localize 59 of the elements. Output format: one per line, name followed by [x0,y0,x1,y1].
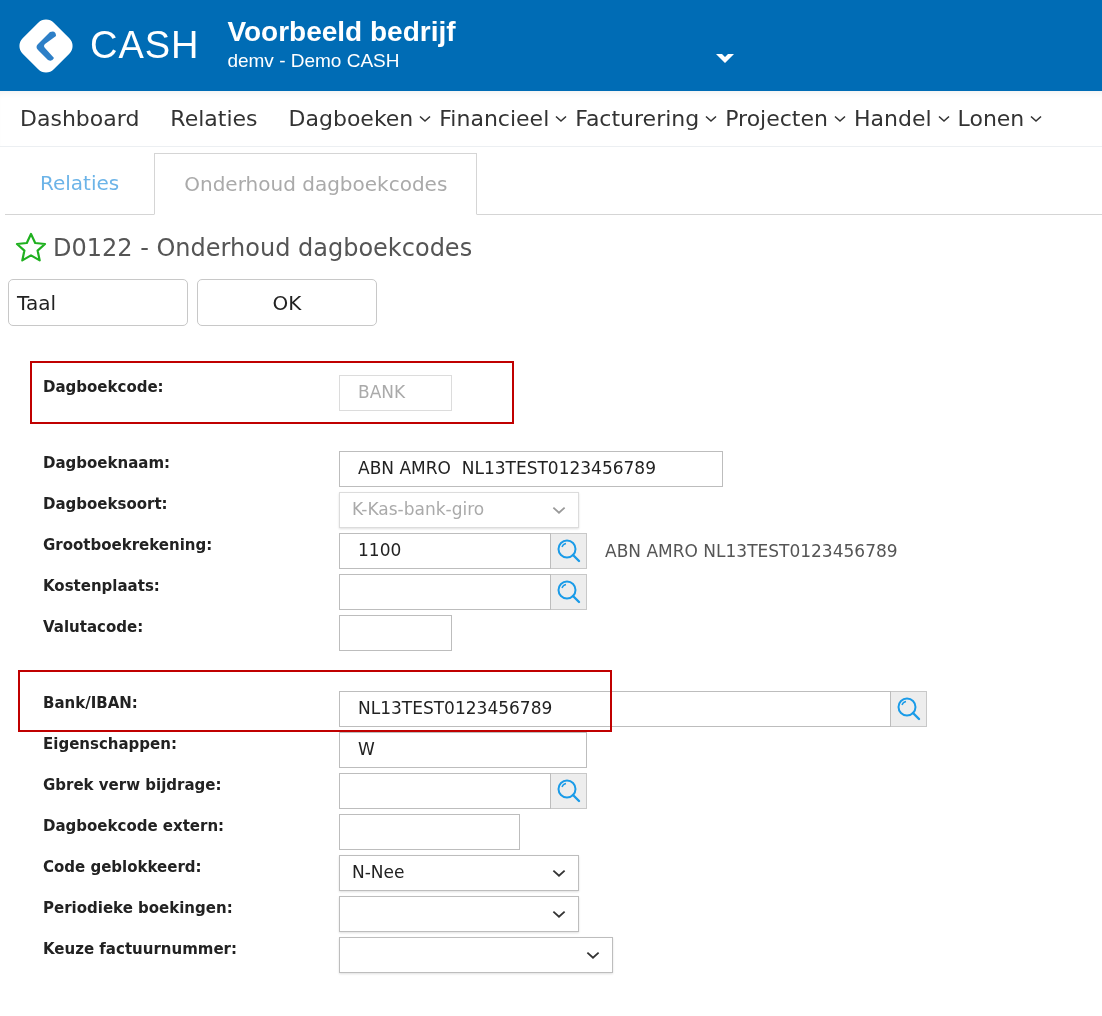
field-label: Kostenplaats: [42,576,161,597]
field-description: ABN AMRO NL13TEST0123456789 [605,540,898,563]
input-field[interactable]: NL13TEST0123456789 [339,691,891,727]
nav-item[interactable]: Handel [853,102,950,135]
field-label: Dagboekcode extern: [42,816,226,837]
chevron-down-icon[interactable] [716,54,734,63]
search-icon [895,696,922,722]
search-icon [555,579,582,605]
chevron-down-icon [833,114,846,123]
chevron-down-icon [552,868,566,878]
input-field[interactable] [339,814,520,850]
search-button[interactable] [551,533,587,569]
nav-item[interactable]: Relaties [170,102,258,135]
search-button[interactable] [551,773,587,809]
field-label: Dagboeksoort: [42,494,169,515]
chevron-down-icon [552,909,566,919]
nav-item[interactable]: Facturering [575,102,718,135]
field-label: Code geblokkeerd: [42,857,203,878]
chevron-down-icon [586,950,600,960]
field-label: Eigenschappen: [42,734,178,755]
input-field[interactable]: W [339,732,587,768]
input-field[interactable] [339,574,551,610]
search-button[interactable] [891,691,927,727]
search-icon [555,538,582,564]
company-name: Voorbeeld bedrijf [227,14,456,49]
action-button[interactable]: Taal [8,279,188,326]
chevron-down-icon [1030,114,1043,123]
input-field[interactable]: 1100 [339,533,551,569]
search-icon [555,778,582,804]
field-label: Periodieke boekingen: [42,898,234,919]
dropdown[interactable]: N-Nee [339,855,579,891]
chevron-down-icon [555,114,568,123]
dropdown[interactable] [339,896,579,932]
field-label: Grootboekrekening: [42,535,214,556]
input-field[interactable] [339,615,452,651]
nav-item[interactable]: Projecten [725,102,846,135]
chevron-down-icon [552,505,566,515]
input-field[interactable] [339,773,551,809]
page-title: D0122 - Onderhoud dagboekcodes [53,233,473,264]
chevron-down-icon [419,114,432,123]
chevron-down-icon [705,114,718,123]
input-field[interactable]: ABN AMRO NL13TEST0123456789 [339,451,723,487]
chevron-down-icon [937,114,950,123]
field-label: Dagboeknaam: [42,453,172,474]
company-subtitle: demv - Demo CASH [227,48,401,73]
nav-item[interactable]: Lonen [957,102,1043,135]
search-button[interactable] [551,574,587,610]
action-button[interactable]: OK [197,279,377,326]
logo-text: CASH [90,23,200,68]
nav-item[interactable]: Dashboard [20,102,140,135]
field-label: Valutacode: [42,617,145,638]
field-label: Dagboekcode: [42,377,165,398]
field-label: Bank/IBAN: [42,693,139,714]
dropdown[interactable] [339,937,613,973]
field-label: Keuze factuurnummer: [42,939,238,960]
star-icon[interactable] [15,232,47,264]
field-label: Gbrek verw bijdrage: [42,775,223,796]
nav-item[interactable]: Dagboeken [288,102,432,135]
nav-item[interactable]: Financieel [439,102,568,135]
